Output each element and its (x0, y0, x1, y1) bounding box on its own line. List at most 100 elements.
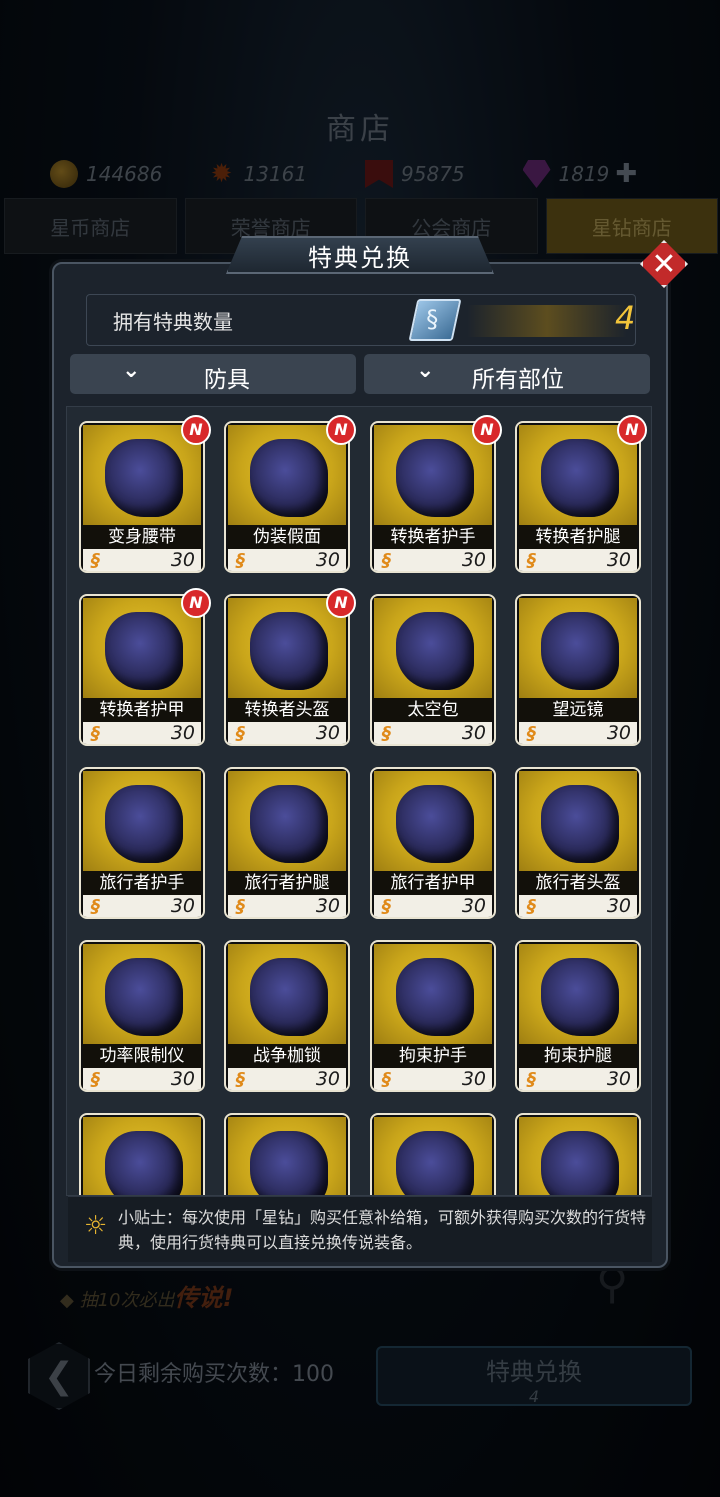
owned-count-glow (467, 305, 627, 337)
item-price: 30 (315, 722, 340, 744)
item-price: 30 (170, 722, 195, 744)
item-card[interactable] (224, 1113, 350, 1195)
item-card[interactable]: 变身腰带 § 30 (79, 421, 205, 573)
item-price-row: § 30 (83, 1068, 201, 1090)
item-price: 30 (461, 549, 486, 571)
new-badge: N (181, 588, 211, 618)
part-filter-dropdown[interactable]: ⌄ 所有部位 (364, 354, 650, 394)
item-grid: 变身腰带 § 30 N 伪装假面 § 30 N 转换者护手 § 30 N 转换者护腿 § 30 N 转换者护甲 §… (66, 406, 652, 1196)
item-card[interactable]: 拘束护腿 § 30 (515, 940, 641, 1092)
new-badge: N (181, 415, 211, 445)
item-art (83, 425, 201, 525)
item-card[interactable]: 转换者护甲 § 30 (79, 594, 205, 746)
item-name: 旅行者护甲 (374, 871, 492, 895)
item-card[interactable]: 旅行者护手 § 30 (79, 767, 205, 919)
ticket-icon: § (236, 723, 245, 744)
tip-text: 小贴士：每次使用「星钻」购买任意补给箱，可额外获得购买次数的行货特典，使用行货特… (118, 1208, 647, 1252)
ticket-icon: § (91, 550, 100, 571)
ticket-icon: § (527, 896, 536, 917)
new-badge: N (326, 415, 356, 445)
equipment-icon (105, 958, 183, 1036)
ticket-icon: § (236, 896, 245, 917)
item-price: 30 (461, 895, 486, 917)
item-art (228, 771, 346, 871)
equipment-icon (105, 1131, 183, 1195)
item-price: 30 (606, 1068, 631, 1090)
lightbulb-icon: ☼ (84, 1211, 108, 1241)
item-price-row: § 30 (228, 549, 346, 571)
item-name: 战争枷锁 (228, 1044, 346, 1068)
item-card[interactable]: 拘束护手 § 30 (370, 940, 496, 1092)
item-price: 30 (170, 1068, 195, 1090)
item-price: 30 (606, 549, 631, 571)
item-name: 转换者护腿 (519, 525, 637, 549)
tip-panel: ☼ 小贴士：每次使用「星钻」购买任意补给箱，可额外获得购买次数的行货特典，使用行… (68, 1196, 652, 1262)
item-card[interactable]: 转换者护手 § 30 (370, 421, 496, 573)
chevron-down-icon: ⌄ (122, 358, 141, 383)
item-card[interactable]: 功率限制仪 § 30 (79, 940, 205, 1092)
item-art (519, 598, 637, 698)
item-card[interactable]: 旅行者护甲 § 30 (370, 767, 496, 919)
item-price-row: § 30 (228, 1068, 346, 1090)
owned-count-row: 拥有特典数量 4 (86, 294, 636, 346)
item-price: 30 (315, 1068, 340, 1090)
ticket-icon: § (236, 550, 245, 571)
item-card[interactable]: 转换者头盔 § 30 (224, 594, 350, 746)
item-card[interactable] (515, 1113, 641, 1195)
item-price: 30 (461, 722, 486, 744)
item-art (228, 1117, 346, 1195)
close-icon: ✕ (651, 246, 677, 282)
ticket-icon: § (527, 550, 536, 571)
item-price-row: § 30 (519, 549, 637, 571)
item-card[interactable]: 旅行者护腿 § 30 (224, 767, 350, 919)
item-name: 旅行者护手 (83, 871, 201, 895)
item-price: 30 (606, 722, 631, 744)
type-filter-dropdown[interactable]: ⌄ 防具 (70, 354, 356, 394)
item-name: 旅行者头盔 (519, 871, 637, 895)
item-name: 伪装假面 (228, 525, 346, 549)
item-art (374, 598, 492, 698)
item-card[interactable]: 望远镜 § 30 (515, 594, 641, 746)
chevron-down-icon: ⌄ (416, 358, 435, 383)
equipment-icon (541, 785, 619, 863)
equipment-icon (250, 958, 328, 1036)
item-card[interactable]: 转换者护腿 § 30 (515, 421, 641, 573)
item-card[interactable]: 太空包 § 30 (370, 594, 496, 746)
item-price: 30 (170, 549, 195, 571)
item-art (83, 598, 201, 698)
ticket-icon: § (91, 896, 100, 917)
item-price-row: § 30 (519, 722, 637, 744)
item-art (83, 771, 201, 871)
modal-title: 特典兑换 (226, 236, 494, 274)
part-filter-value: 所有部位 (472, 367, 564, 393)
item-art (519, 771, 637, 871)
item-card[interactable]: 伪装假面 § 30 (224, 421, 350, 573)
item-card[interactable] (79, 1113, 205, 1195)
item-price: 30 (606, 895, 631, 917)
equipment-icon (396, 1131, 474, 1195)
owned-count-value: 4 (615, 299, 636, 337)
item-price-row: § 30 (83, 722, 201, 744)
item-art (374, 771, 492, 871)
ticket-icon: § (91, 723, 100, 744)
item-card[interactable] (370, 1113, 496, 1195)
equipment-icon (250, 439, 328, 517)
item-price-row: § 30 (374, 722, 492, 744)
equipment-icon (541, 1131, 619, 1195)
ticket-icon: § (382, 550, 391, 571)
item-price-row: § 30 (83, 549, 201, 571)
item-price: 30 (315, 549, 340, 571)
item-name: 功率限制仪 (83, 1044, 201, 1068)
item-card[interactable]: 战争枷锁 § 30 (224, 940, 350, 1092)
item-card[interactable]: 旅行者头盔 § 30 (515, 767, 641, 919)
item-price-row: § 30 (519, 895, 637, 917)
ticket-icon: § (382, 896, 391, 917)
ticket-icon: § (527, 723, 536, 744)
item-art (228, 598, 346, 698)
new-badge: N (472, 415, 502, 445)
item-price-row: § 30 (374, 895, 492, 917)
item-art (519, 944, 637, 1044)
item-price-row: § 30 (83, 895, 201, 917)
item-name: 拘束护手 (374, 1044, 492, 1068)
equipment-icon (250, 1131, 328, 1195)
